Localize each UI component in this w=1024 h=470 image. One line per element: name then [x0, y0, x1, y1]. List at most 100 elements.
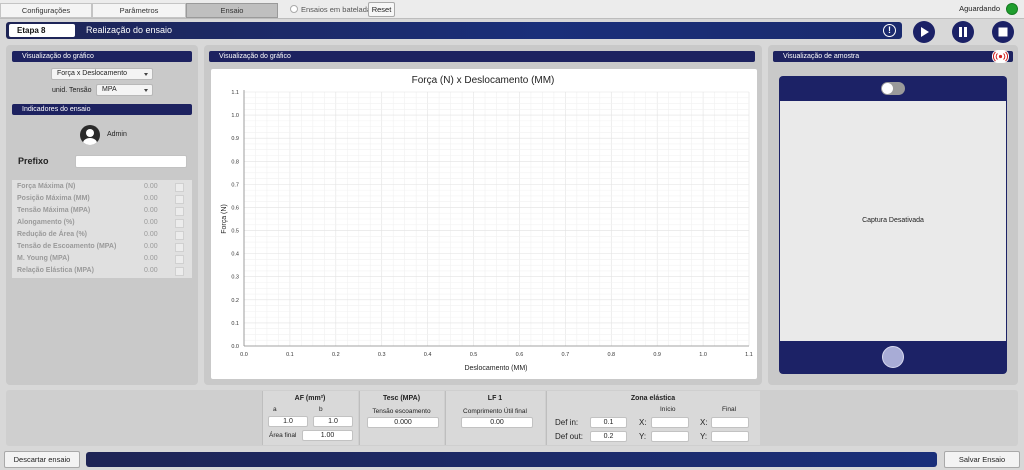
prefix-label: Prefixo [18, 156, 49, 166]
tab-parametros[interactable]: Parâmetros [92, 3, 186, 18]
status-text: Aguardando [959, 4, 1000, 13]
x-tick-label: 1.0 [699, 352, 707, 358]
user-name: Admin [107, 131, 127, 138]
area-final-input[interactable]: 1.00 [302, 430, 353, 441]
unit-label: unid. Tensão [52, 87, 92, 94]
indicator-checkbox[interactable] [175, 267, 184, 276]
broadcast-icon [993, 51, 1008, 62]
capture-button[interactable] [882, 346, 904, 368]
pause-icon [959, 27, 967, 37]
chart-title: Força (N) x Deslocamento (MM) [412, 75, 555, 86]
stage-badge: Etapa 8 [9, 24, 75, 37]
discard-button[interactable]: Descartar ensaio [4, 451, 80, 468]
af-title: AF (mm²) [294, 395, 326, 402]
indicator-checkbox[interactable] [175, 231, 184, 240]
x-tick-label: 0.7 [562, 352, 570, 358]
x-tick-label: 0.9 [653, 352, 661, 358]
y-tick-label: 0.7 [231, 182, 239, 188]
indicator-checkbox[interactable] [175, 219, 184, 228]
x-tick-label: 0.3 [378, 352, 386, 358]
x-tick-label: 1.1 [745, 352, 753, 358]
unit-value: MPA [102, 86, 117, 93]
indicator-row: Posição Máxima (MM) 0.00 [17, 194, 189, 206]
x-tick-label: 0.8 [607, 352, 615, 358]
batch-radio[interactable]: Ensaios em batelada [290, 3, 371, 17]
af-a-input[interactable]: 1.0 [268, 416, 308, 427]
indicator-row: Tensão de Escoamento (MPA) 0.00 [17, 242, 189, 254]
y-end-input[interactable] [711, 431, 749, 442]
indicator-row: Relação Elástica (MPA) 0.00 [17, 266, 189, 278]
y-tick-label: 1.1 [231, 90, 239, 96]
stop-button[interactable] [992, 21, 1014, 43]
indicators-header: Indicadores do ensaio [12, 104, 192, 115]
y-tick-label: 0.9 [231, 136, 239, 142]
stage-title: Realização do ensaio [86, 25, 173, 35]
graph-type-value: Força x Deslocamento [57, 70, 128, 77]
capture-toggle[interactable] [881, 82, 905, 95]
y-tick-label: 0.6 [231, 205, 239, 211]
indicator-row: Alongamento (%) 0.00 [17, 218, 189, 230]
indicator-checkbox[interactable] [175, 255, 184, 264]
prefix-input[interactable] [75, 155, 187, 168]
save-button[interactable]: Salvar Ensaio [944, 451, 1020, 468]
y-tick-label: 0.3 [231, 275, 239, 281]
status-indicator-icon [1006, 3, 1018, 15]
y-tick-label: 0.2 [231, 298, 239, 304]
reset-button[interactable]: Reset [368, 2, 395, 17]
x-end-input[interactable] [711, 417, 749, 428]
indicator-row: Redução de Área (%) 0.00 [17, 230, 189, 242]
force-displacement-chart: Força (N) x Deslocamento (MM) Deslocamen… [221, 75, 753, 372]
def-in-label: Def in: [555, 418, 579, 427]
y-label: Y: [639, 432, 647, 441]
lf-sub: Comprimento Útil final [463, 408, 527, 415]
lf-title: LF 1 [487, 395, 503, 402]
y-tick-label: 0.5 [231, 229, 239, 235]
tab-configuracoes[interactable]: Configurações [0, 3, 92, 18]
unit-select[interactable]: MPA [96, 84, 153, 96]
play-icon [921, 27, 929, 37]
indicator-checkbox[interactable] [175, 183, 184, 192]
indicator-checkbox[interactable] [175, 243, 184, 252]
indicator-checkbox[interactable] [175, 207, 184, 216]
af-b-input[interactable]: 1.0 [313, 416, 353, 427]
indicator-row: M. Young (MPA) 0.00 [17, 254, 189, 266]
tesc-input[interactable]: 0.000 [367, 417, 439, 428]
chart-x-axis-label: Deslocamento (MM) [464, 365, 527, 372]
x-tick-label: 0.5 [470, 352, 478, 358]
tesc-sub: Tensão escoamento [372, 408, 431, 415]
elastic-end-label: Final [722, 406, 737, 413]
chevron-down-icon [144, 89, 148, 92]
play-button[interactable] [913, 21, 935, 43]
lf-input[interactable]: 0.00 [461, 417, 533, 428]
indicators-list: Força Máxima (N) 0.00 Posição Máxima (MM)… [12, 180, 192, 278]
area-final-label: Área final [269, 432, 297, 439]
indicator-row: Força Máxima (N) 0.00 [17, 182, 189, 194]
alert-icon[interactable]: ! [883, 24, 896, 37]
x-start-input[interactable] [651, 417, 689, 428]
graph-type-select[interactable]: Força x Deslocamento [51, 68, 153, 80]
indicator-checkbox[interactable] [175, 195, 184, 204]
elastic-start-label: Início [660, 406, 676, 413]
top-tab-bar: Configurações Parâmetros Ensaio Ensaios … [0, 0, 1024, 19]
pause-button[interactable] [952, 21, 974, 43]
tab-ensaio[interactable]: Ensaio [186, 3, 278, 18]
elastic-zone-title: Zona elástica [630, 395, 676, 402]
stop-icon [998, 27, 1008, 37]
sample-header: Visualização de amostra [773, 51, 1013, 62]
capture-status: Captura Desativada [862, 217, 924, 224]
def-in-input[interactable]: 0.1 [590, 417, 627, 428]
x-tick-label: 0.4 [424, 352, 432, 358]
af-b-label: b [319, 406, 323, 413]
x-label-2: X: [700, 418, 708, 427]
broadcast-button[interactable] [992, 50, 1009, 63]
y-tick-label: 0.0 [231, 344, 239, 350]
sample-header-label: Visualização de amostra [783, 53, 860, 60]
def-out-input[interactable]: 0.2 [590, 431, 627, 442]
progress-bar [86, 452, 937, 467]
y-tick-label: 0.4 [231, 252, 239, 258]
y-label-2: Y: [700, 432, 708, 441]
indicator-row: Tensão Máxima (MPA) 0.00 [17, 206, 189, 218]
y-start-input[interactable] [651, 431, 689, 442]
x-tick-label: 0.1 [286, 352, 294, 358]
radio-icon[interactable] [290, 5, 298, 13]
